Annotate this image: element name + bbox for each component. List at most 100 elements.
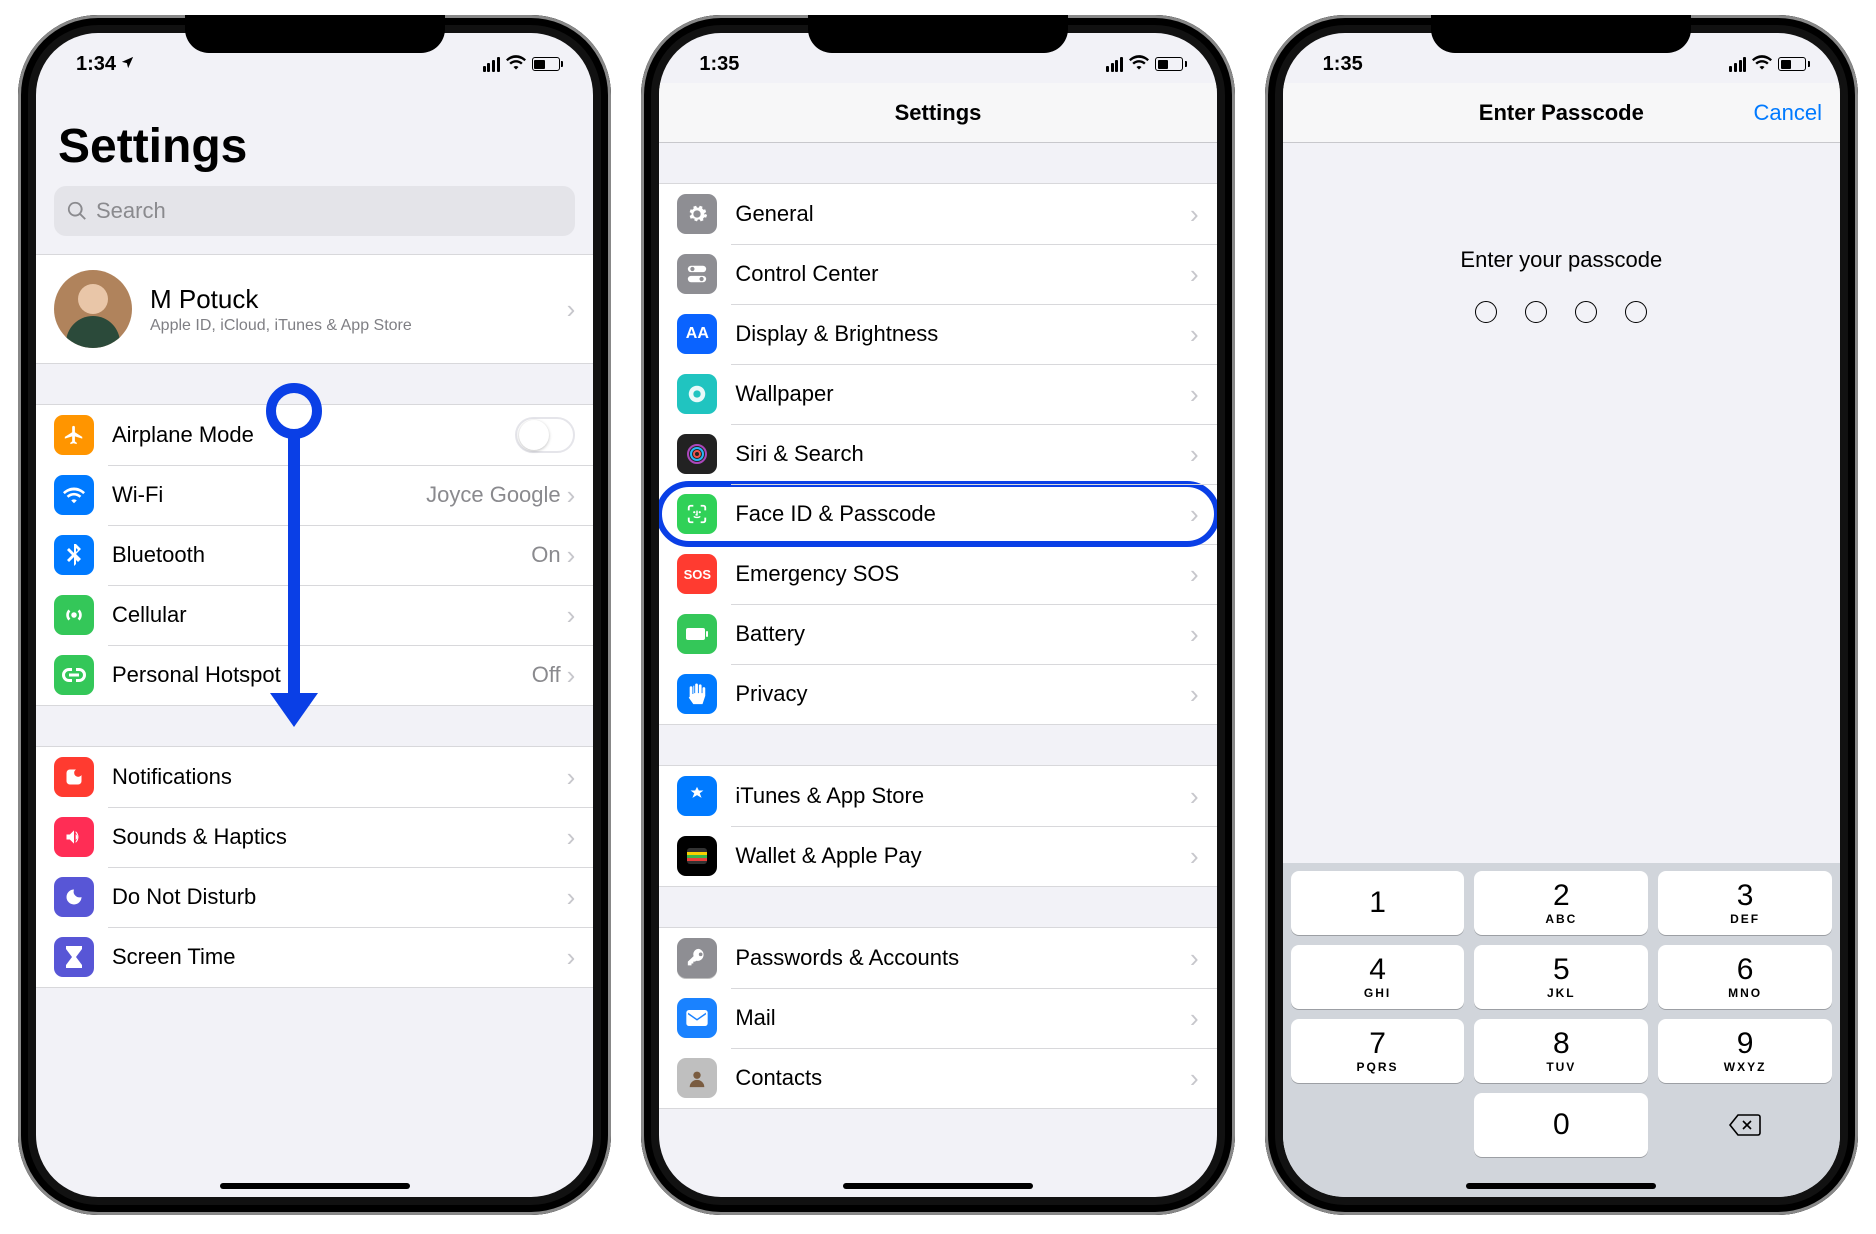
screen-time-row[interactable]: Screen Time › [36,927,593,987]
chevron-right-icon: › [1190,259,1199,290]
chevron-right-icon: › [1190,319,1199,350]
passwords-row[interactable]: Passwords & Accounts › [659,928,1216,988]
row-label: iTunes & App Store [735,783,1190,809]
row-label: Do Not Disturb [112,884,567,910]
airplane-toggle[interactable] [515,417,575,453]
wallet-icon [677,836,717,876]
chevron-right-icon: › [567,762,576,793]
row-label: Face ID & Passcode [735,501,1190,527]
key-9[interactable]: 9WXYZ [1658,1019,1832,1083]
row-label: General [735,201,1190,227]
row-label: Privacy [735,681,1190,707]
search-icon [66,200,88,222]
notch [808,15,1068,53]
key-2[interactable]: 2ABC [1474,871,1648,935]
bluetooth-row[interactable]: Bluetooth On › [36,525,593,585]
nav-title: Enter Passcode [1479,100,1644,126]
search-input[interactable]: Search [54,186,575,236]
signal-icon [483,57,500,72]
location-icon [120,53,135,76]
page-title: Settings [36,83,593,182]
emergency-sos-row[interactable]: SOS Emergency SOS › [659,544,1216,604]
row-label: Emergency SOS [735,561,1190,587]
chevron-right-icon: › [567,942,576,973]
notifications-row[interactable]: Notifications › [36,747,593,807]
backspace-icon [1728,1113,1762,1137]
passcode-prompt: Enter your passcode [1283,247,1840,273]
chevron-right-icon: › [1190,781,1199,812]
battery-icon [1778,57,1810,71]
wifi-icon [1129,53,1149,76]
general-row[interactable]: General › [659,184,1216,244]
chevron-right-icon: › [567,600,576,631]
moon-icon [54,877,94,917]
itunes-row[interactable]: iTunes & App Store › [659,766,1216,826]
gear-icon [677,194,717,234]
chevron-right-icon: › [1190,1063,1199,1094]
row-label: Notifications [112,764,567,790]
signal-icon [1106,57,1123,72]
battery-settings-icon [677,614,717,654]
phone-3: 1:35 Enter Passcode Cancel Enter your pa… [1265,15,1858,1215]
chevron-right-icon: › [567,480,576,511]
chevron-right-icon: › [1190,841,1199,872]
sos-icon: SOS [677,554,717,594]
screen-settings-list: 1:35 Settings General › [659,33,1216,1197]
nav-title: Settings [895,100,982,126]
key-delete[interactable] [1658,1093,1832,1157]
chevron-right-icon: › [1190,439,1199,470]
numeric-keypad: 1 2ABC 3DEF 4GHI 5JKL 6MNO 7PQRS 8TUV 9W… [1283,863,1840,1197]
home-indicator[interactable] [843,1183,1033,1189]
personal-hotspot-row[interactable]: Personal Hotspot Off › [36,645,593,705]
chevron-right-icon: › [1190,199,1199,230]
user-name: M Potuck [150,284,567,315]
chevron-right-icon: › [567,294,576,325]
home-indicator[interactable] [220,1183,410,1189]
key-3[interactable]: 3DEF [1658,871,1832,935]
control-center-row[interactable]: Control Center › [659,244,1216,304]
key-5[interactable]: 5JKL [1474,945,1648,1009]
cellular-row[interactable]: Cellular › [36,585,593,645]
home-indicator[interactable] [1466,1183,1656,1189]
chevron-right-icon: › [567,540,576,571]
wifi-icon [506,53,526,76]
hourglass-icon [54,937,94,977]
key-1[interactable]: 1 [1291,871,1465,935]
row-label: Screen Time [112,944,567,970]
search-placeholder: Search [96,198,166,224]
airplane-icon [54,415,94,455]
mail-icon [677,998,717,1038]
notch [185,15,445,53]
mail-row[interactable]: Mail › [659,988,1216,1048]
row-label: Bluetooth [112,542,531,568]
key-6[interactable]: 6MNO [1658,945,1832,1009]
key-4[interactable]: 4GHI [1291,945,1465,1009]
wallet-row[interactable]: Wallet & Apple Pay › [659,826,1216,886]
siri-row[interactable]: Siri & Search › [659,424,1216,484]
dnd-row[interactable]: Do Not Disturb › [36,867,593,927]
wallpaper-row[interactable]: Wallpaper › [659,364,1216,424]
contacts-row[interactable]: Contacts › [659,1048,1216,1108]
key-7[interactable]: 7PQRS [1291,1019,1465,1083]
sounds-row[interactable]: Sounds & Haptics › [36,807,593,867]
row-label: Wi-Fi [112,482,426,508]
battery-row[interactable]: Battery › [659,604,1216,664]
apple-id-row[interactable]: M Potuck Apple ID, iCloud, iTunes & App … [36,255,593,363]
row-label: Airplane Mode [112,422,515,448]
wifi-settings-icon [54,475,94,515]
wifi-row[interactable]: Wi-Fi Joyce Google › [36,465,593,525]
status-time: 1:34 [76,53,116,76]
face-id-passcode-row[interactable]: Face ID & Passcode › [659,484,1216,544]
chevron-right-icon: › [1190,943,1199,974]
display-row[interactable]: AA Display & Brightness › [659,304,1216,364]
privacy-row[interactable]: Privacy › [659,664,1216,724]
signal-icon [1729,57,1746,72]
key-8[interactable]: 8TUV [1474,1019,1648,1083]
airplane-mode-row[interactable]: Airplane Mode [36,405,593,465]
cancel-button[interactable]: Cancel [1754,100,1822,126]
row-label: Sounds & Haptics [112,824,567,850]
chevron-right-icon: › [1190,379,1199,410]
chevron-right-icon: › [567,660,576,691]
row-label: Personal Hotspot [112,662,532,688]
key-0[interactable]: 0 [1474,1093,1648,1157]
